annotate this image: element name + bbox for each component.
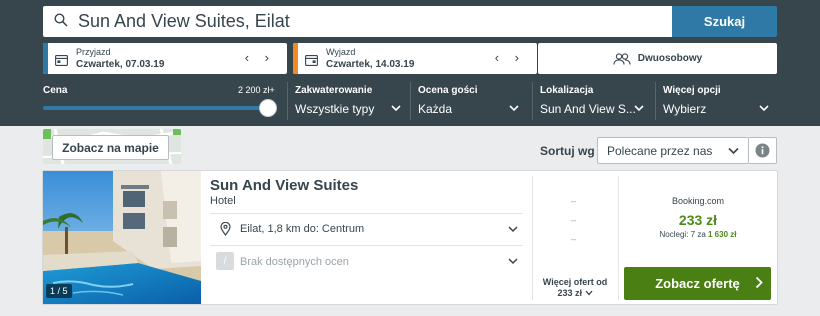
search-icon bbox=[54, 13, 68, 32]
view-deal-button[interactable]: Zobacz ofertę bbox=[624, 267, 771, 300]
location-filter-value[interactable]: Sun And View S... bbox=[540, 102, 636, 116]
filter-divider bbox=[655, 82, 656, 120]
checkin-date-picker[interactable]: Przyjazd Czwartek, 07.03.19 ‹ › bbox=[43, 43, 287, 74]
chevron-right-icon bbox=[755, 276, 763, 289]
date-prev-next-icon[interactable]: ‹ › bbox=[245, 50, 275, 65]
people-icon bbox=[613, 52, 631, 65]
search-button[interactable]: Szukaj bbox=[672, 6, 777, 37]
calendar-icon bbox=[305, 53, 318, 71]
more-offers-line1: Więcej ofert od bbox=[542, 277, 608, 287]
filter-divider bbox=[410, 82, 411, 120]
more-offers-link[interactable]: Więcej ofert od 233 zł bbox=[533, 277, 617, 299]
rating-filter-label: Ocena gości bbox=[418, 85, 478, 96]
checkin-value: Czwartek, 07.03.19 bbox=[76, 59, 165, 70]
room-type-selector[interactable]: Dwuosobowy bbox=[538, 43, 777, 74]
search-input[interactable]: Sun And View Suites, Eilat bbox=[43, 6, 672, 37]
price-filter-label: Cena bbox=[43, 85, 68, 96]
hotel-type: Hotel bbox=[210, 195, 236, 207]
more-offers-price: 233 zł bbox=[557, 288, 582, 298]
show-on-map-button[interactable]: Zobacz na mapie bbox=[52, 135, 169, 160]
date-prev-next-icon[interactable]: ‹ › bbox=[495, 50, 525, 65]
chevron-down-icon[interactable] bbox=[634, 104, 644, 112]
nights-prefix: Noclegi: 7 za bbox=[659, 230, 706, 239]
other-offer-placeholder: – bbox=[571, 234, 577, 244]
info-icon bbox=[755, 143, 770, 158]
sort-value: Polecane przez nas bbox=[607, 144, 713, 158]
chevron-down-icon[interactable] bbox=[508, 258, 518, 265]
deal-site: Booking.com bbox=[671, 196, 725, 206]
rating-text[interactable]: Brak dostępnych ocen bbox=[240, 256, 349, 268]
chevron-down-icon bbox=[728, 147, 739, 155]
price-slider-track[interactable] bbox=[43, 106, 268, 110]
nights-total-price: 1 630 zł bbox=[708, 230, 737, 239]
column-divider bbox=[618, 176, 619, 300]
search-query: Sun And View Suites, Eilat bbox=[78, 11, 290, 31]
checkin-label: Przyjazd bbox=[76, 47, 111, 57]
rating-badge: / bbox=[216, 252, 234, 270]
deal-price[interactable]: 233 zł bbox=[620, 212, 776, 228]
checkin-accent-bar bbox=[43, 43, 48, 74]
rating-filter-value[interactable]: Każda bbox=[418, 102, 452, 116]
chevron-down-icon[interactable] bbox=[509, 104, 519, 112]
divider bbox=[210, 245, 523, 246]
room-type-label: Dwuosobowy bbox=[637, 53, 703, 64]
chevron-down-icon[interactable] bbox=[759, 104, 769, 112]
other-offer-placeholder: – bbox=[571, 215, 577, 225]
sort-select[interactable]: Polecane przez nas bbox=[597, 137, 749, 164]
photo-counter: 1 / 5 bbox=[46, 284, 72, 298]
sort-info-button[interactable] bbox=[749, 137, 777, 164]
location-filter-label: Lokalizacja bbox=[540, 85, 594, 96]
more-offers-line2-row: 233 zł bbox=[533, 288, 617, 299]
checkout-accent-bar bbox=[293, 43, 298, 74]
board-filter-label: Zakwaterowanie bbox=[295, 85, 373, 96]
chevron-down-icon[interactable] bbox=[508, 226, 518, 233]
checkout-date-picker[interactable]: Wyjazd Czwartek, 14.03.19 ‹ › bbox=[293, 43, 537, 74]
sort-label: Sortuj wg bbox=[540, 144, 595, 158]
checkout-label: Wyjazd bbox=[326, 47, 356, 57]
more-options-label: Więcej opcji bbox=[663, 85, 721, 96]
checkout-value: Czwartek, 14.03.19 bbox=[326, 59, 415, 70]
nights-total: Noclegi: 7 za 1 630 zł bbox=[620, 230, 776, 239]
chevron-down-icon[interactable] bbox=[391, 104, 401, 112]
calendar-icon bbox=[55, 53, 68, 71]
divider bbox=[210, 213, 523, 214]
view-deal-label: Zobacz ofertę bbox=[655, 276, 740, 291]
filter-divider bbox=[287, 82, 288, 120]
price-max-value: 2 200 zł+ bbox=[238, 85, 275, 95]
board-filter-value[interactable]: Wszystkie typy bbox=[295, 102, 374, 116]
chevron-down-icon bbox=[585, 290, 593, 296]
location-pin-icon bbox=[220, 221, 231, 241]
more-options-value[interactable]: Wybierz bbox=[663, 102, 706, 116]
filter-divider bbox=[532, 82, 533, 120]
other-offer-placeholder: – bbox=[571, 196, 577, 206]
price-slider-handle[interactable] bbox=[259, 99, 277, 117]
hotel-name[interactable]: Sun And View Suites bbox=[210, 177, 358, 194]
hotel-location[interactable]: Eilat, 1,8 km do: Centrum bbox=[240, 223, 364, 235]
